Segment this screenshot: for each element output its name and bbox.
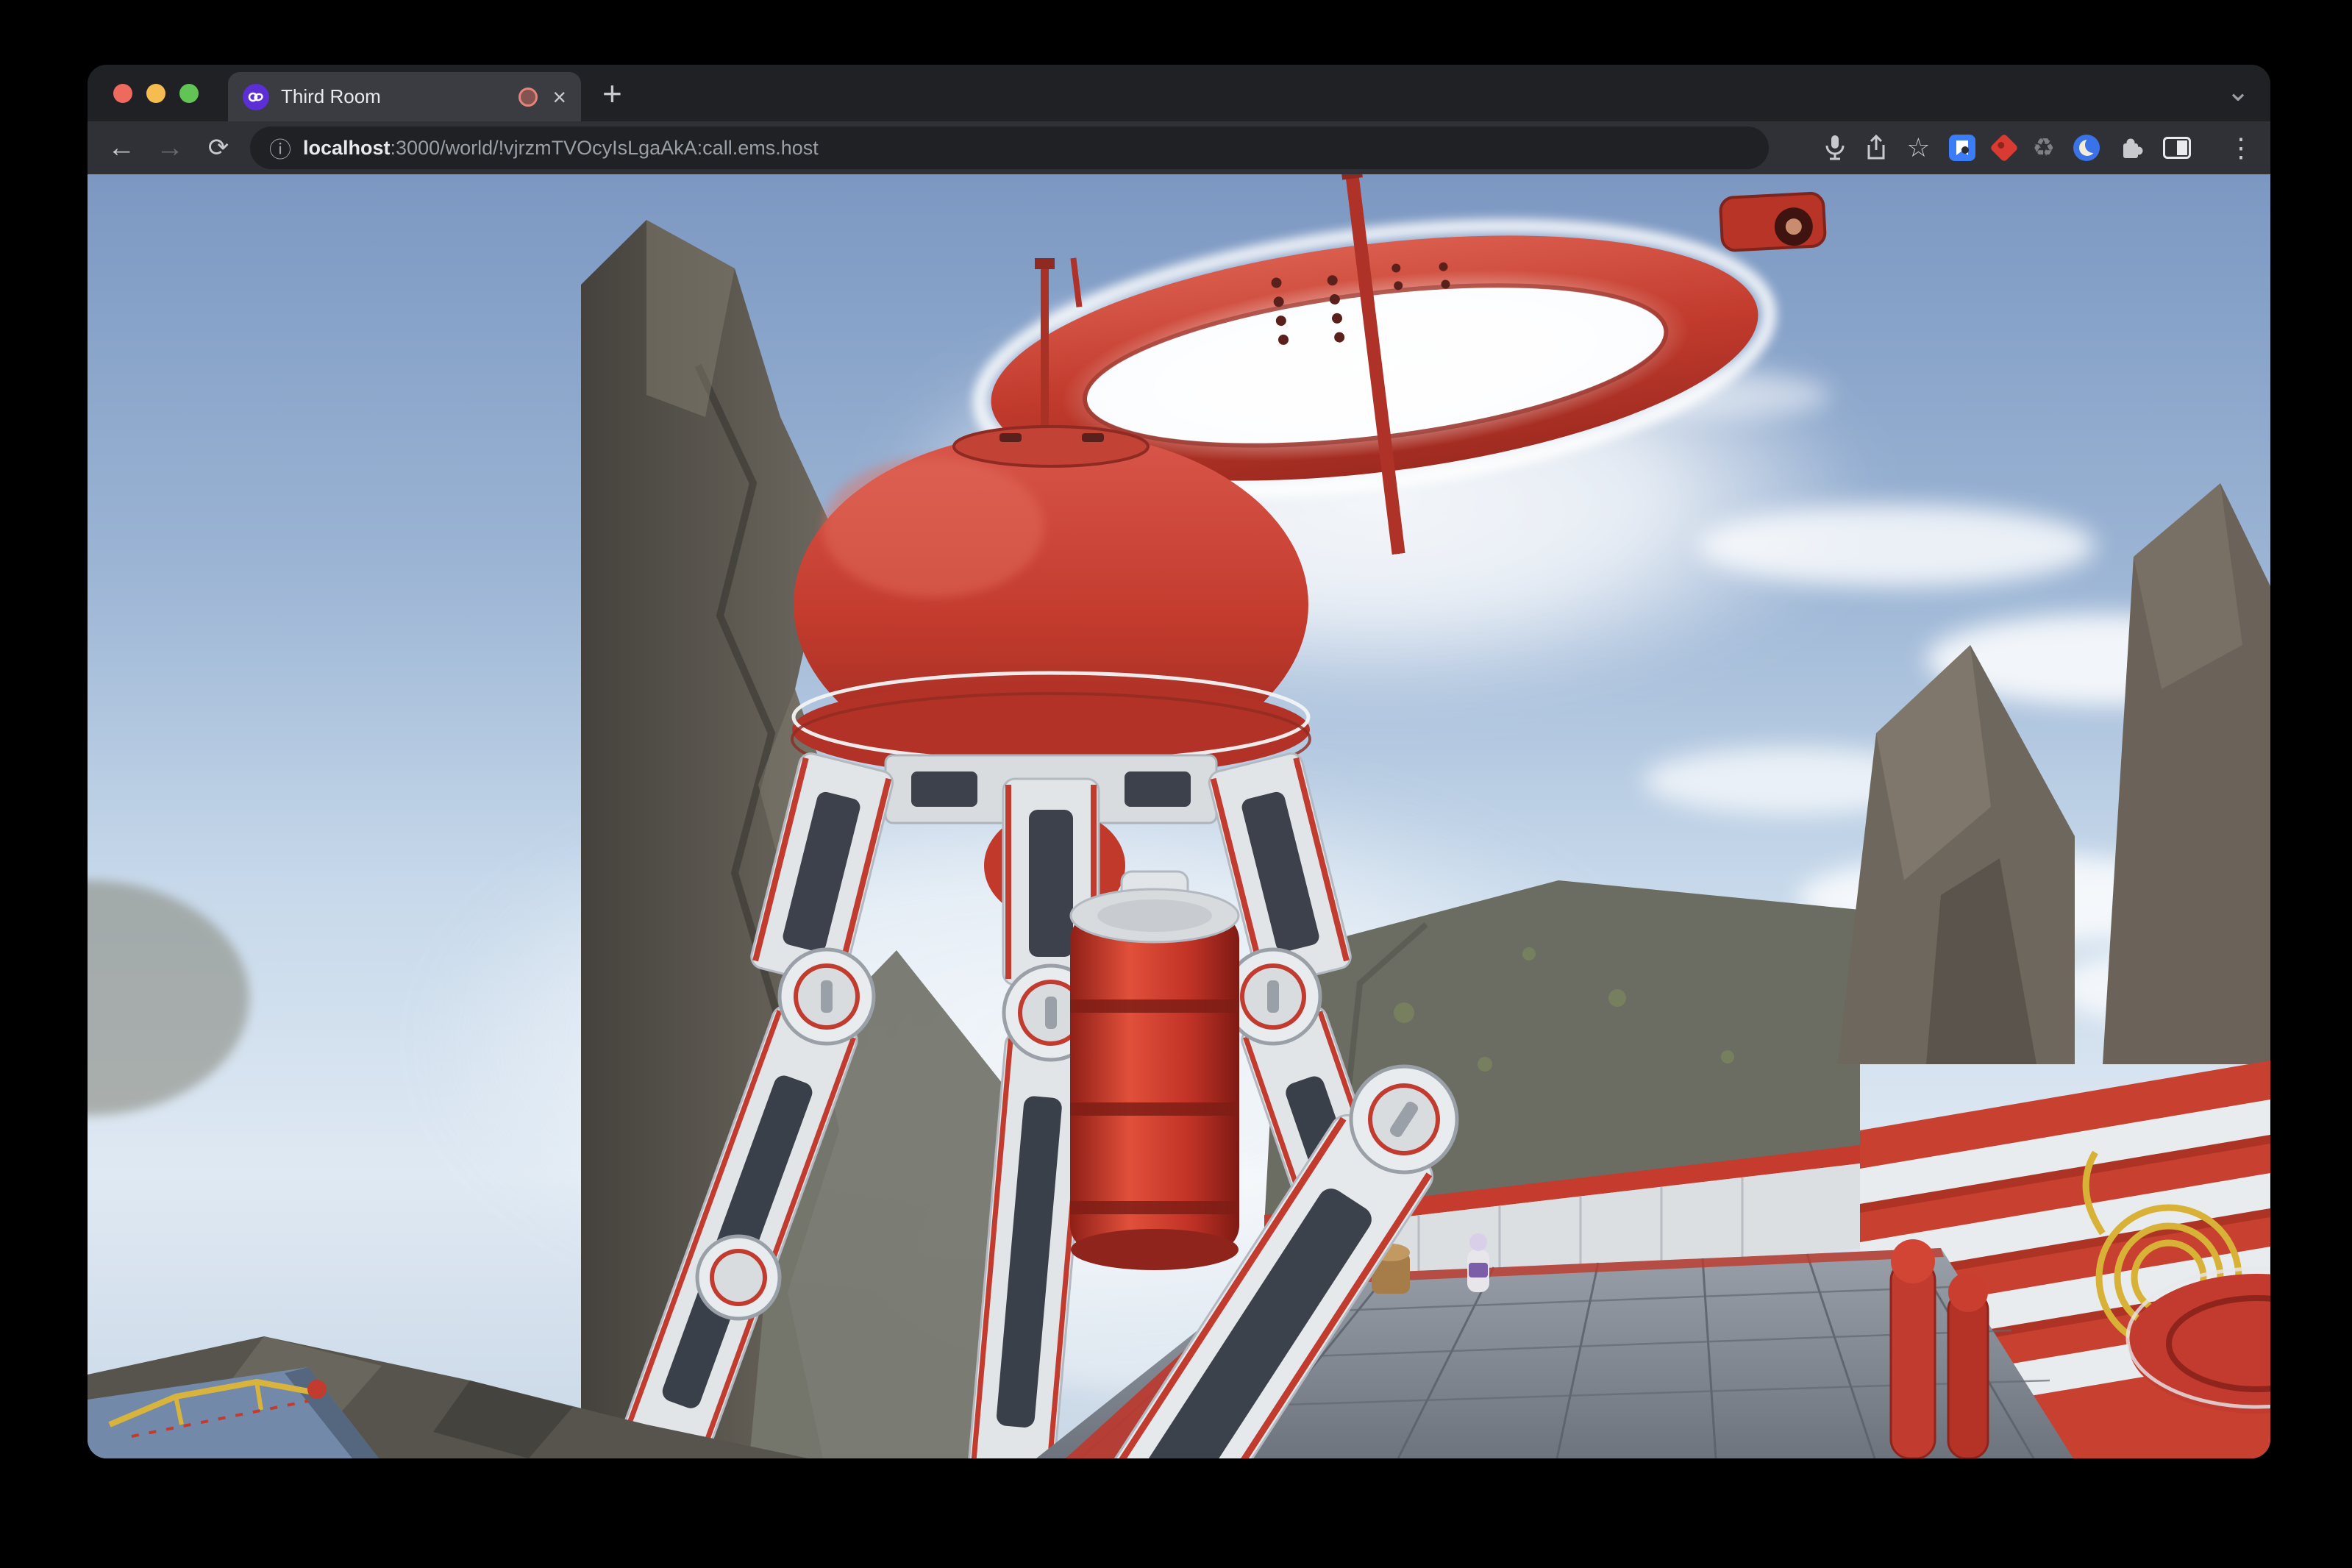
- tab-search-chevron-icon[interactable]: ⌄: [2226, 75, 2250, 108]
- sidebar-toggle-icon[interactable]: [2163, 137, 2191, 159]
- browser-tab[interactable]: Third Room ×: [228, 72, 581, 121]
- back-button[interactable]: ←: [104, 130, 139, 165]
- window-controls: [113, 84, 199, 103]
- tab-close-button[interactable]: ×: [552, 85, 566, 109]
- dark-mode-extension-icon[interactable]: [2073, 135, 2100, 161]
- url-text: localhost:3000/world/!vjrzmTVOcyIsLgaAkA…: [303, 137, 819, 160]
- url-path: :3000/world/!vjrzmTVOcyIsLgaAkA:call.ems…: [390, 136, 819, 159]
- world-render: [88, 167, 2270, 1458]
- browser-toolbar: ← → ⟳ ⓘ localhost:3000/world/!vjrzmTVOcy…: [88, 121, 2270, 174]
- browser-menu-icon[interactable]: ⋮: [2228, 132, 2254, 163]
- reload-button[interactable]: ⟳: [201, 130, 236, 165]
- minimize-window-button[interactable]: [146, 84, 165, 103]
- red-diamond-extension-icon[interactable]: [1989, 133, 2019, 163]
- share-icon[interactable]: [1864, 134, 1888, 162]
- toolbar-actions: ☆ ♻ ⋮: [1824, 121, 2254, 174]
- forward-button[interactable]: →: [152, 130, 188, 165]
- url-bar[interactable]: ⓘ localhost:3000/world/!vjrzmTVOcyIsLgaA…: [250, 126, 1769, 169]
- new-tab-button[interactable]: +: [602, 74, 622, 113]
- site-info-icon[interactable]: ⓘ: [269, 132, 291, 164]
- browser-window: Third Room × + ⌄ ← → ⟳ ⓘ localhost:3000/…: [88, 65, 2270, 1458]
- close-window-button[interactable]: [113, 84, 132, 103]
- recording-indicator-icon: [518, 87, 538, 107]
- microphone-icon[interactable]: [1824, 134, 1846, 162]
- fullscreen-window-button[interactable]: [179, 84, 199, 103]
- url-host: localhost: [303, 136, 391, 159]
- browser-titlebar: Third Room × + ⌄: [88, 65, 2270, 121]
- recycle-extension-icon[interactable]: ♻: [2033, 133, 2055, 163]
- bookmark-star-icon[interactable]: ☆: [1906, 132, 1930, 163]
- tab-favicon-icon: [243, 83, 269, 110]
- password-manager-extension-icon[interactable]: [1948, 135, 1975, 161]
- extensions-puzzle-icon[interactable]: [2118, 135, 2145, 161]
- tab-title: Third Room: [281, 85, 381, 107]
- viewport-3d[interactable]: ESC Open Overlay Home World 0 Notificati…: [88, 167, 2270, 1458]
- screenshot-stage: Third Room × + ⌄ ← → ⟳ ⓘ localhost:3000/…: [0, 0, 2352, 1568]
